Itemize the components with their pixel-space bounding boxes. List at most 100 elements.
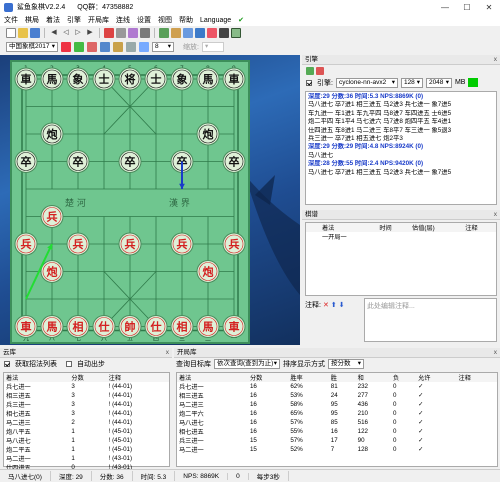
menu-help[interactable]: 帮助	[179, 15, 193, 25]
menu-file[interactable]: 文件	[4, 15, 18, 25]
comment-editor[interactable]: 此处编辑注释...	[364, 298, 497, 342]
menu-connect[interactable]: 连线	[116, 15, 130, 25]
table-row[interactable]: 炮八平五 1 ! (45-01)	[4, 427, 169, 436]
hash-select[interactable]: 2048 ▾	[425, 77, 452, 88]
menu-bar: 文件 棋局 着法 引擎 开局库 连线 设置 视图 帮助 Language ✔	[0, 14, 500, 26]
zoom-select[interactable]: ▾	[201, 42, 224, 52]
menu-opening-book[interactable]: 开局库	[88, 15, 109, 25]
stop-engine-icon[interactable]	[316, 66, 324, 75]
table-row[interactable]: 相三进五 16 53% 24 277 0 ✓	[177, 391, 497, 400]
piece-red: 仕	[150, 320, 162, 334]
prev-move-icon[interactable]: ◁	[61, 28, 71, 38]
table-row[interactable]: 兵三进一 3 ! (44-01)	[4, 400, 169, 409]
close-icon[interactable]: x	[494, 348, 500, 357]
table-cell: 马二进一	[179, 447, 204, 454]
piece-black: 卒	[229, 155, 240, 169]
delete-icon[interactable]: ✕	[323, 301, 329, 309]
table-row[interactable]: 马八进七 1 ! (45-01)	[4, 436, 169, 445]
opening-table[interactable]: 着法 分数 胜率 胜 和 负 允许 注释 兵七进一 16 62% 81 232 0 ✓ 相三进五 16 53% 2…	[176, 372, 498, 467]
table-cell: 95	[330, 401, 338, 408]
table-row[interactable]: 一开局一	[306, 232, 496, 241]
analysis-icon[interactable]	[195, 28, 205, 38]
engine-line: 仕四进五 车8进1 马二进三 车8平7 车三进一 象5退3	[308, 126, 452, 134]
table-row[interactable]: 马二进一 1 ! (43-01)	[4, 454, 169, 463]
engine-enable-checkbox[interactable]	[306, 79, 312, 86]
engine-output[interactable]: 深度:29 分数:36 时间:5.3 NPS:8869K (0) 马八进七 卒7进…	[305, 91, 497, 205]
status-move: 马八进七(0)	[0, 471, 51, 481]
threads-select[interactable]: 128 ▾	[400, 77, 423, 88]
arrow-up-icon[interactable]: ⬆	[331, 301, 337, 309]
delete-icon[interactable]	[87, 42, 97, 52]
check-icon[interactable]: ✔	[238, 16, 244, 24]
table-row[interactable]: 兵三进一 15 57% 17 90 0 ✓	[177, 436, 497, 445]
move-list[interactable]: 着法 时间 估值(层) 注释 一开局一	[305, 222, 497, 296]
edit-board-icon[interactable]	[159, 28, 169, 38]
next-move-icon[interactable]: ▷	[73, 28, 83, 38]
table-row[interactable]: 马二进三 16 58% 95 436 0 ✓	[177, 400, 497, 409]
layout-icon[interactable]	[231, 28, 241, 38]
black-play-icon[interactable]	[219, 28, 229, 38]
close-button[interactable]: ✕	[478, 3, 500, 12]
movelist-panel-header: 棋谱 x	[302, 210, 500, 220]
table-row[interactable]: 炮二平五 1 ! (45-01)	[4, 445, 169, 454]
green-flag-icon[interactable]	[74, 42, 84, 52]
print-icon[interactable]	[126, 42, 136, 52]
new-icon[interactable]	[6, 28, 16, 38]
auto-move-checkbox[interactable]	[66, 361, 72, 367]
fetch-moves-checkbox[interactable]	[4, 361, 10, 367]
paste-icon[interactable]	[128, 28, 138, 38]
table-row[interactable]: 兵七进一 3 ! (44-01)	[4, 382, 169, 391]
engine-select[interactable]: cyclone-nn-avx2 ▾	[335, 77, 398, 88]
open-folder-icon[interactable]	[18, 28, 28, 38]
menu-view[interactable]: 视图	[158, 15, 172, 25]
menu-language[interactable]: Language	[200, 17, 231, 24]
table-cell: 0	[393, 419, 397, 426]
menu-engine[interactable]: 引擎	[67, 15, 81, 25]
chevron-down-icon: ▾	[167, 43, 171, 50]
table-cell: 55%	[290, 428, 303, 435]
arrow-down-icon[interactable]: ⬇	[339, 301, 345, 309]
table-row[interactable]: 马二进三 2 ! (44-01)	[4, 418, 169, 427]
piece-red: 馬	[47, 321, 58, 334]
close-icon[interactable]: x	[494, 210, 500, 219]
table-row[interactable]: 炮二平六 16 65% 95 210 0 ✓	[177, 409, 497, 418]
copy-icon[interactable]	[140, 28, 150, 38]
query-mode-select[interactable]: 依次查询(查到为止) ▾	[214, 359, 280, 369]
sort-select[interactable]: 按分数 ▾	[328, 359, 364, 369]
table-cell: 52%	[290, 446, 303, 453]
table-row[interactable]: 马八进七 16 57% 85 516 0 ✓	[177, 418, 497, 427]
table-cell	[457, 436, 497, 445]
last-move-icon[interactable]: ▶	[85, 28, 95, 38]
table-row[interactable]: 马二进一 15 52% 7 128 0 ✓	[177, 445, 497, 454]
table-cell: 122	[357, 428, 368, 435]
col-move: 着法	[322, 225, 335, 232]
table-row[interactable]: 兵七进一 16 62% 81 232 0 ✓	[177, 382, 497, 391]
table-row[interactable]: 相三进五 3 ! (44-01)	[4, 391, 169, 400]
zoom-icon[interactable]	[139, 42, 149, 52]
image-icon[interactable]	[171, 28, 181, 38]
rule-select[interactable]: 中国象棋2017 ▾	[6, 42, 58, 52]
flip-board-icon[interactable]	[116, 28, 126, 38]
table-cell: ✓	[418, 401, 424, 408]
first-move-icon[interactable]: ◀	[49, 28, 59, 38]
red-flag-icon[interactable]	[61, 42, 71, 52]
chess-board[interactable]: 楚 河漢 界123456789九八七六五四三二一車馬象士将士象馬車炮炮卒卒卒卒卒…	[10, 60, 250, 344]
menu-settings[interactable]: 设置	[137, 15, 151, 25]
red-play-icon[interactable]	[207, 28, 217, 38]
speed-select[interactable]: 8 ▾	[152, 42, 174, 52]
minimize-button[interactable]: —	[434, 3, 456, 12]
stop-icon[interactable]	[104, 28, 114, 38]
engine-icon[interactable]	[183, 28, 193, 38]
cloud-icon[interactable]	[100, 42, 110, 52]
book-icon[interactable]	[113, 42, 123, 52]
save-icon[interactable]	[30, 28, 40, 38]
close-icon[interactable]: x	[166, 348, 172, 357]
table-row[interactable]: 相七进五 3 ! (44-01)	[4, 409, 169, 418]
menu-game[interactable]: 棋局	[25, 15, 39, 25]
menu-moves[interactable]: 着法	[46, 15, 60, 25]
cloud-table[interactable]: 着法 分数 注释 兵七进一 3! (44-01) 相三进五 3! (44-01) 兵三进…	[3, 372, 170, 472]
table-row[interactable]: 相七进五 16 55% 16 122 0 ✓	[177, 427, 497, 436]
maximize-button[interactable]: ☐	[456, 3, 478, 12]
play-engine-icon[interactable]	[306, 66, 314, 75]
close-icon[interactable]: x	[494, 55, 500, 64]
